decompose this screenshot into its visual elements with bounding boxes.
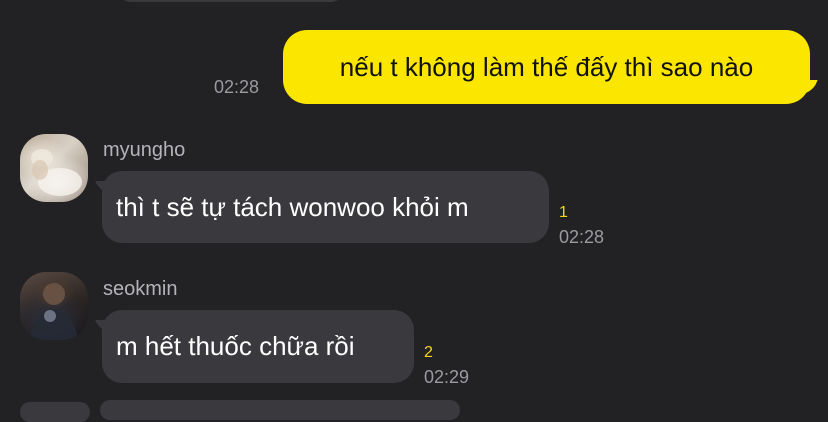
next-message-avatar — [20, 402, 90, 422]
avatar-myungho[interactable] — [20, 134, 88, 202]
avatar-seokmin[interactable] — [20, 272, 88, 340]
message-time: 02:28 — [559, 227, 605, 247]
previous-message-bubble — [118, 0, 344, 2]
outgoing-message-text: nếu t không làm thế đấy thì sao nào — [339, 51, 754, 82]
message-time-outgoing: 02:28 — [214, 77, 260, 97]
profile-photo-icon — [31, 149, 82, 196]
incoming-message-bubble[interactable]: m hết thuốc chữa rồi — [102, 310, 414, 383]
incoming-message-bubble[interactable]: thì t sẽ tự tách wonwoo khỏi m — [102, 171, 549, 243]
sender-name: myungho — [103, 139, 186, 161]
unread-count: 2 — [424, 344, 433, 361]
incoming-message-text: m hết thuốc chữa rồi — [116, 331, 355, 361]
incoming-message-text: thì t sẽ tự tách wonwoo khỏi m — [116, 191, 469, 222]
sender-name: seokmin — [103, 278, 178, 300]
next-message-bubble — [100, 400, 460, 420]
unread-count: 1 — [559, 204, 568, 221]
profile-photo-icon — [30, 283, 78, 340]
message-time: 02:29 — [424, 367, 470, 387]
outgoing-message-bubble[interactable]: nếu t không làm thế đấy thì sao nào — [283, 30, 810, 104]
